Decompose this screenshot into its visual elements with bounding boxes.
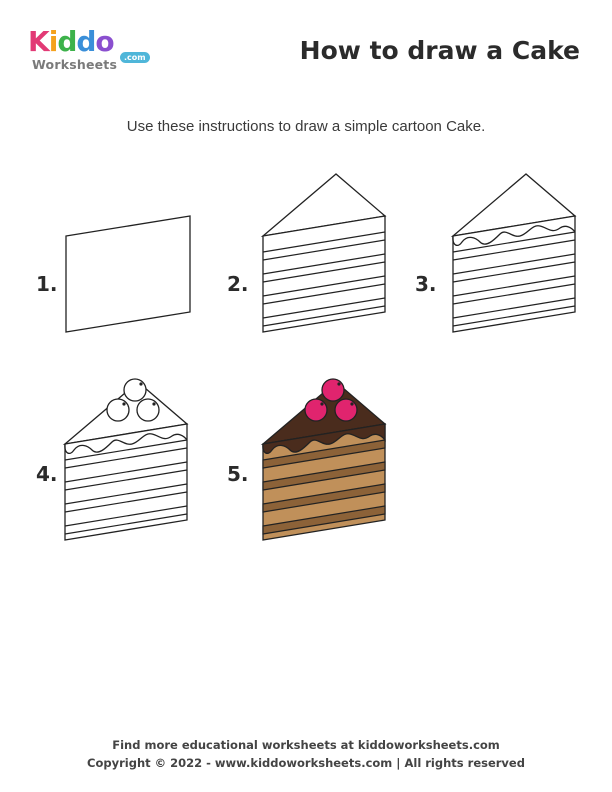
logo-letter: d [76, 25, 96, 58]
step-4-drawing [62, 378, 189, 541]
footer-copyright: Copyright © 2022 - www.kiddoworksheets.c… [87, 756, 525, 770]
cherry-left [304, 398, 328, 422]
page-title: How to draw a Cake [299, 36, 580, 65]
logo-subtext: Worksheets [32, 57, 118, 72]
logo-letter: K [28, 25, 50, 58]
step-5-drawing [260, 378, 387, 541]
footer-more-link[interactable]: Find more educational worksheets at kidd… [0, 738, 612, 752]
step-number-3: 3. [415, 272, 437, 296]
step-1-drawing [65, 215, 191, 333]
cherry-top [321, 378, 345, 402]
logo-letter: d [57, 25, 77, 58]
cherry-left [106, 398, 130, 422]
step-number-4: 4. [36, 462, 58, 486]
step-number-1: 1. [36, 272, 58, 296]
step-number-2: 2. [227, 272, 249, 296]
cake-side-outline [65, 215, 191, 333]
logo-com-badge: .com [120, 52, 150, 63]
step-3-drawing [450, 173, 577, 333]
logo-letter: i [48, 25, 59, 58]
page-subtitle: Use these instructions to draw a simple … [126, 118, 486, 135]
logo-wordmark: Kiddo [28, 25, 115, 58]
cherry-right [136, 398, 160, 422]
step-number-5: 5. [227, 462, 249, 486]
cherry-right [334, 398, 358, 422]
logo-letter: o [95, 25, 114, 58]
step-2-drawing [260, 173, 387, 333]
brand-logo[interactable]: Kiddo Worksheets .com [28, 26, 158, 78]
cherry-top [123, 378, 147, 402]
